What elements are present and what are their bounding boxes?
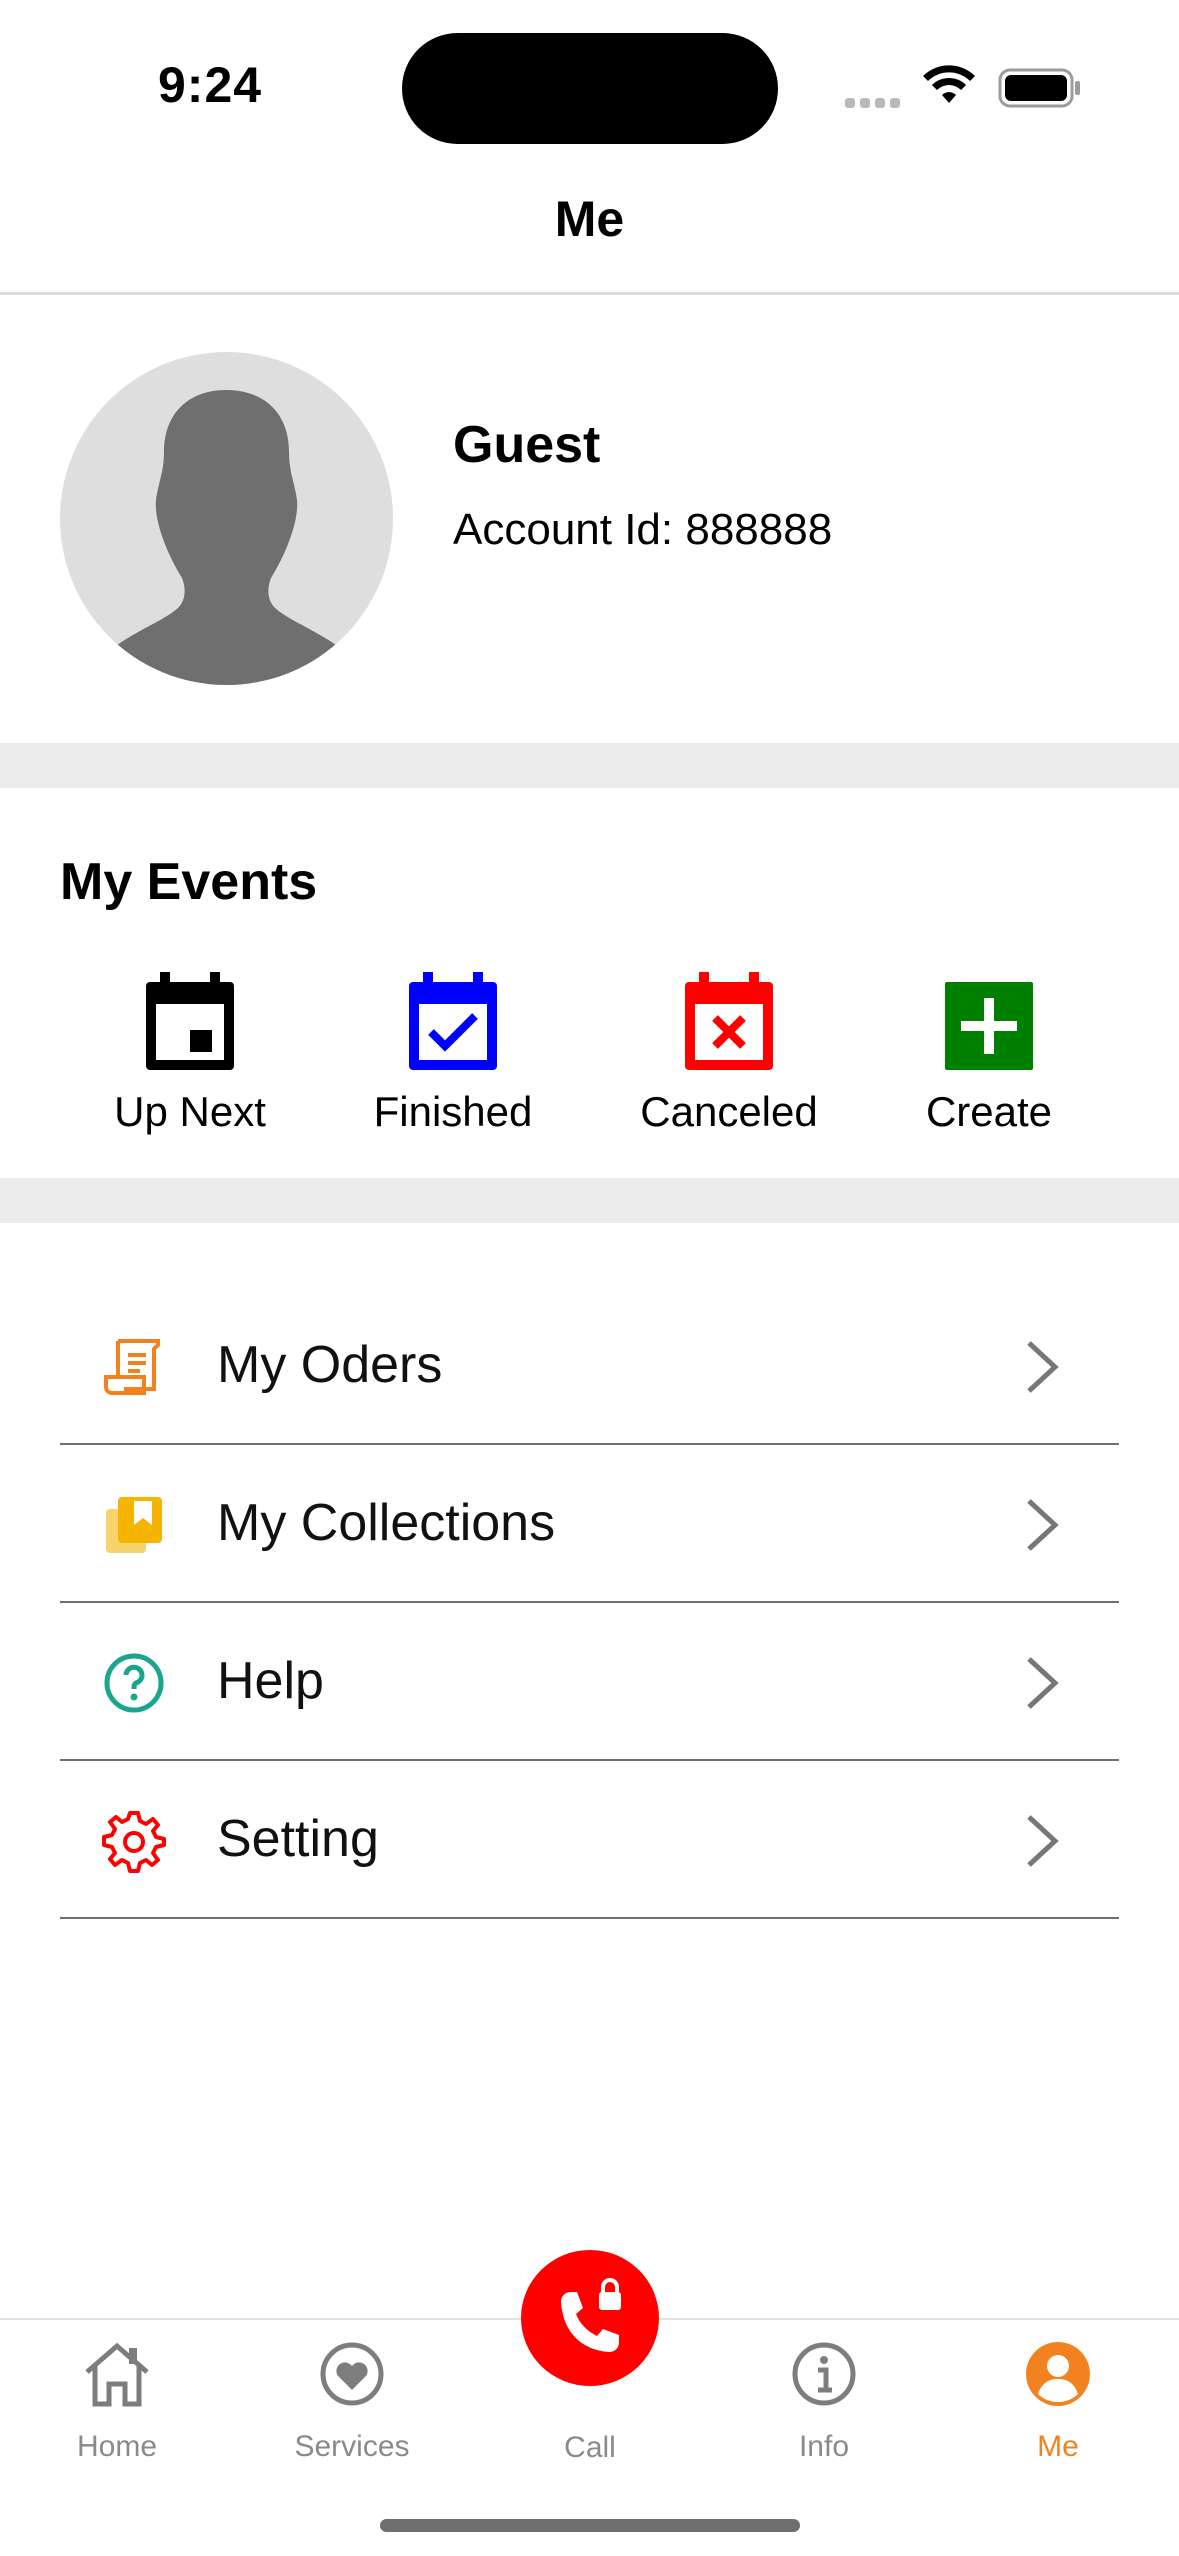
menu-item-setting[interactable]: Setting [60,1761,1119,1919]
menu-item-label: My Collections [217,1494,556,1552]
event-canceled[interactable]: Canceled [609,970,849,1136]
section-separator [0,743,1179,788]
nav-divider [0,292,1179,295]
event-label: Finished [373,1088,533,1135]
tab-label: Home [76,2430,158,2463]
tab-home[interactable]: Home [17,2338,217,2464]
chevron-right-icon [1027,1815,1059,1867]
menu-item-label: Setting [217,1810,379,1868]
home-icon [85,2342,149,2407]
profile-name: Guest [453,416,601,474]
help-icon [104,1653,164,1713]
plus-box-icon [945,982,1033,1070]
user-silhouette-icon [98,390,355,685]
event-up-next[interactable]: Up Next [70,970,310,1136]
event-label: Up Next [114,1088,266,1135]
user-icon [1026,2342,1090,2406]
info-icon [792,2342,856,2406]
tab-label: Info [798,2430,850,2463]
menu-item-collections[interactable]: My Collections [60,1445,1119,1603]
chevron-right-icon [1027,1341,1059,1393]
gear-icon [102,1811,166,1873]
calendar-check-icon [409,972,497,1070]
status-time: 9:24 [158,57,263,113]
avatar[interactable] [60,352,393,685]
menu-item-label: Help [217,1652,324,1710]
status-bar: 9:24 [0,0,1179,170]
calendar-icon [146,972,234,1070]
tab-me[interactable]: Me [958,2338,1158,2464]
event-create[interactable]: Create [869,970,1109,1136]
call-button[interactable] [521,2250,659,2386]
account-id: Account Id: 888888 [453,505,833,554]
tab-info[interactable]: Info [724,2338,924,2464]
menu-item-help[interactable]: Help [60,1603,1119,1761]
event-label: Canceled [640,1088,818,1135]
menu-item-label: My Oders [217,1336,443,1394]
page-title: Me [554,191,625,247]
tab-call-label[interactable]: Call [490,2431,690,2465]
me-screen: 9:24 Me Guest Account Id: 888888 My Even… [0,0,1179,2556]
receipt-icon [104,1339,160,1395]
signal-icon [845,95,905,108]
chevron-right-icon [1027,1657,1059,1709]
event-finished[interactable]: Finished [333,970,573,1136]
heart-icon [320,2342,384,2406]
events-title: My Events [60,853,318,911]
calendar-x-icon [685,972,773,1070]
chevron-right-icon [1027,1499,1059,1551]
battery-icon [998,68,1080,108]
home-indicator [380,2519,800,2532]
tab-services[interactable]: Services [252,2338,452,2464]
bookmark-icon [106,1497,162,1553]
event-label: Create [925,1088,1053,1135]
section-separator [0,1178,1179,1223]
tab-label: Services [294,2430,410,2463]
wifi-icon [923,65,975,103]
menu-item-orders[interactable]: My Oders [60,1287,1119,1445]
tab-label: Me [1037,2430,1079,2463]
dynamic-island [402,33,778,144]
phone-icon [561,2278,621,2352]
